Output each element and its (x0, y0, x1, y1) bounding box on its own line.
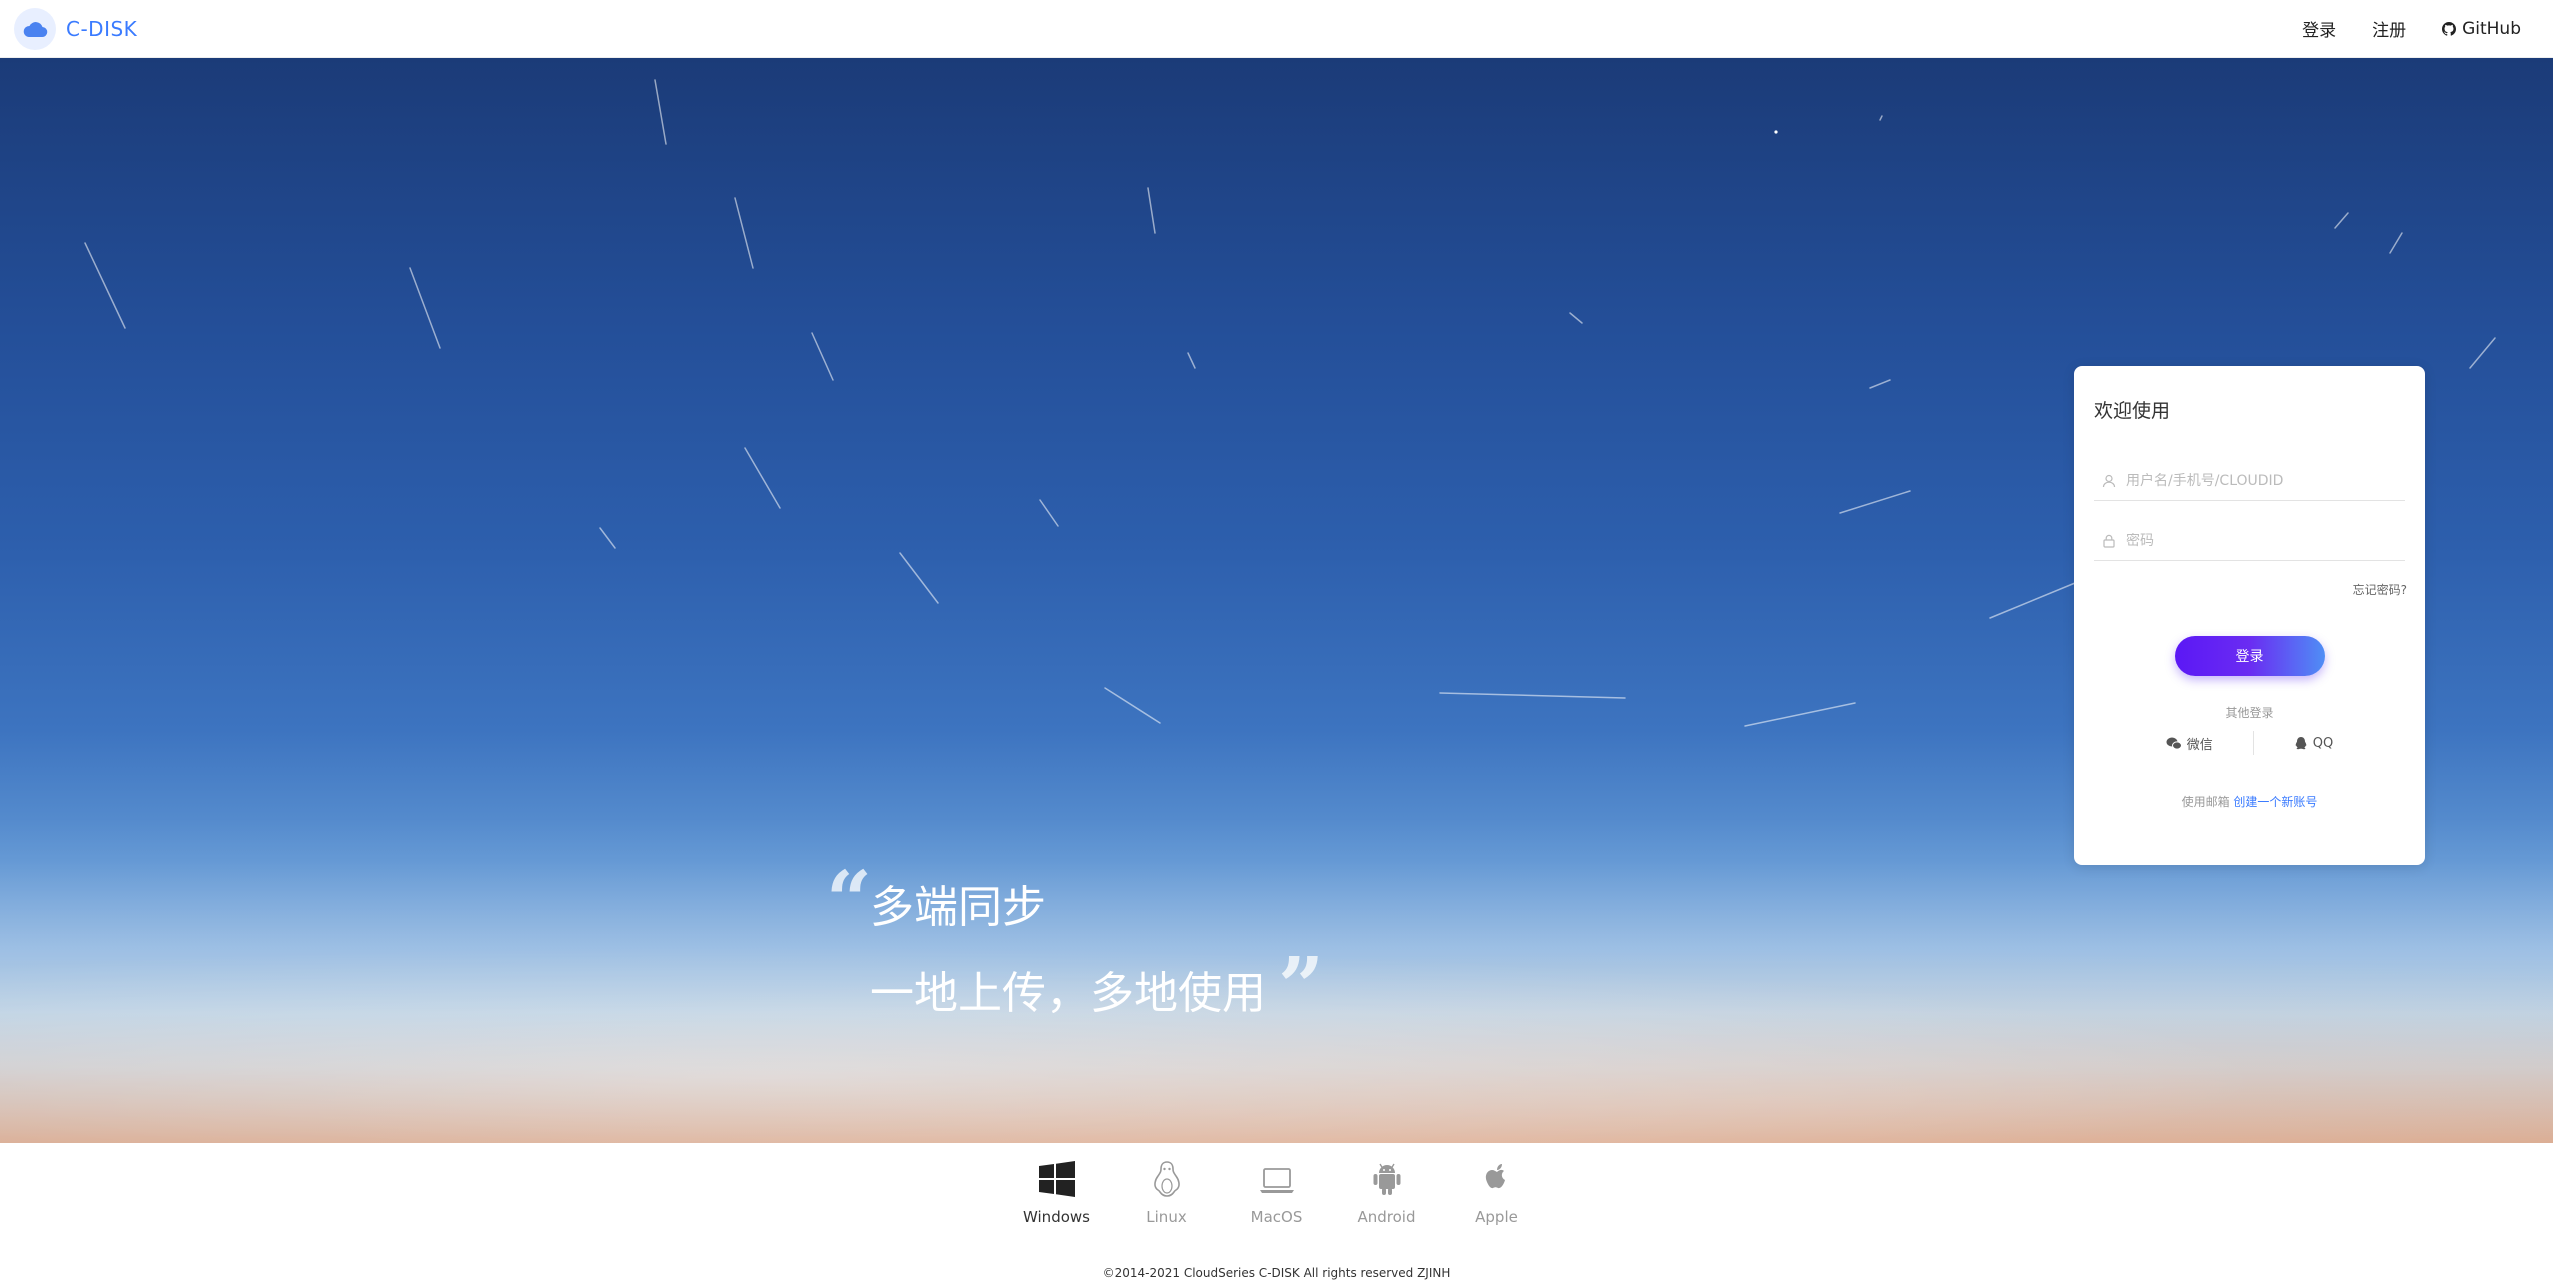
nav-register-link[interactable]: 注册 (2372, 16, 2406, 41)
top-navbar: C-DISK 登录 注册 GitHub (0, 0, 2553, 58)
header-nav: 登录 注册 GitHub (2302, 16, 2539, 42)
slogan-line-1: 多端同步 (870, 882, 1046, 933)
forgot-password-link[interactable]: 忘记密码? (2094, 581, 2407, 598)
laptop-icon (1259, 1168, 1294, 1193)
password-field (2094, 521, 2405, 561)
register-prompt: 使用邮箱 创建一个新账号 (2094, 793, 2405, 810)
platform-list: Windows Linux MacOS Android Apple (0, 1160, 2553, 1226)
qq-login-button[interactable]: QQ (2254, 736, 2373, 751)
slogan-line-2: 一地上传，多地使用 (870, 968, 1266, 1019)
platform-label: Android (1357, 1208, 1416, 1226)
copyright-text: ©2014-2021 CloudSeries C-DISK All rights… (1102, 1266, 1451, 1280)
password-input[interactable] (2126, 532, 2405, 549)
qq-penguin-icon (2295, 736, 2307, 749)
github-label: GitHub (2462, 18, 2521, 39)
platform-label: MacOS (1250, 1208, 1303, 1226)
platform-macos[interactable]: MacOS (1241, 1160, 1313, 1226)
platform-apple[interactable]: Apple (1461, 1160, 1533, 1226)
login-card-title: 欢迎使用 (2094, 400, 2171, 422)
create-account-link[interactable]: 创建一个新账号 (2233, 795, 2317, 809)
login-button[interactable]: 登录 (2174, 636, 2325, 676)
lock-icon (2103, 534, 2115, 548)
wechat-icon (2166, 737, 2182, 750)
username-field (2094, 461, 2405, 501)
platform-label: Windows (1023, 1208, 1090, 1226)
apple-icon (1485, 1164, 1505, 1189)
platform-label: Linux (1146, 1208, 1187, 1226)
horizon-clouds (0, 923, 2553, 1143)
social-login-options: 微信 QQ (2094, 731, 2405, 755)
platform-android[interactable]: Android (1351, 1160, 1423, 1226)
open-quote-icon: “ (826, 853, 873, 947)
android-icon (1373, 1163, 1400, 1195)
other-login-title: 其他登录 (2225, 706, 2274, 720)
hero-banner: “ 多端同步 一地上传，多地使用 ” 欢迎使用 忘记密码? 登录 其他登录 微信… (0, 58, 2553, 1143)
platform-windows[interactable]: Windows (1021, 1160, 1093, 1226)
github-icon (2442, 21, 2457, 36)
brand-name: C-DISK (66, 16, 138, 41)
user-icon (2102, 474, 2116, 487)
nav-login-link[interactable]: 登录 (2302, 16, 2336, 41)
wechat-login-button[interactable]: 微信 (2126, 734, 2253, 753)
windows-icon (1038, 1161, 1075, 1197)
linux-icon (1153, 1161, 1180, 1197)
register-prefix: 使用邮箱 (2181, 795, 2230, 809)
platform-label: Apple (1475, 1208, 1518, 1226)
brand[interactable]: C-DISK (14, 7, 138, 50)
wechat-label: 微信 (2186, 737, 2213, 753)
platform-linux[interactable]: Linux (1131, 1160, 1203, 1226)
qq-label: QQ (2312, 735, 2334, 751)
username-input[interactable] (2126, 472, 2405, 489)
close-quote-icon: ” (1278, 939, 1325, 1033)
slogan: “ 多端同步 一地上传，多地使用 ” (826, 860, 1324, 1026)
login-card: 欢迎使用 忘记密码? 登录 其他登录 微信 QQ 使用邮箱 创建一个新账号 (2074, 366, 2425, 865)
cloud-logo-icon (14, 7, 56, 50)
nav-github-link[interactable]: GitHub (2442, 19, 2521, 39)
